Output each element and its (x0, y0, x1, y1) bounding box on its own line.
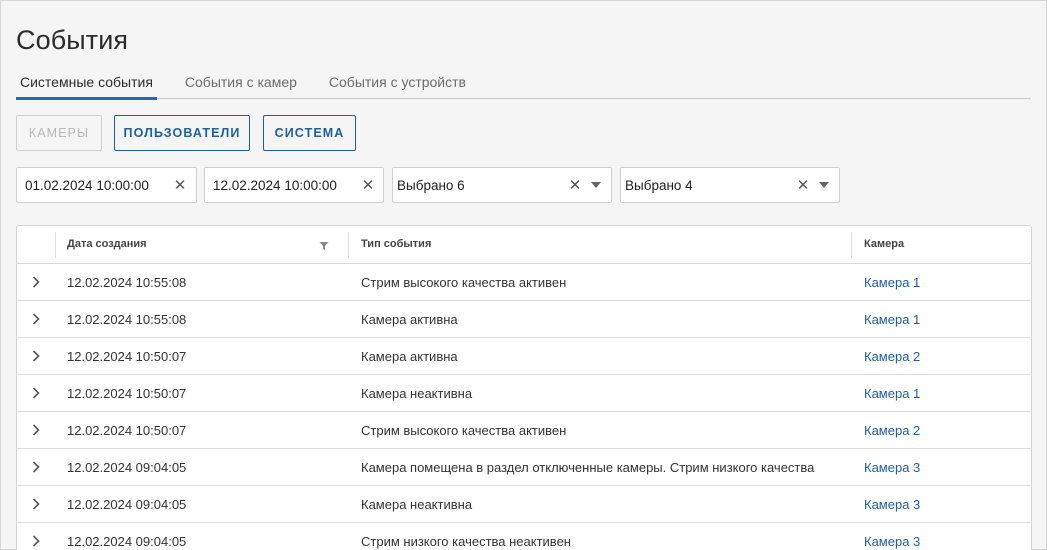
cell-camera-link[interactable]: Камера 1 (864, 264, 920, 300)
cell-date: 12.02.2024 09:04:05 (67, 497, 187, 512)
table-row[interactable]: 12.02.2024 09:04:05 Камера помещена в ра… (17, 449, 1031, 486)
chevron-right-icon[interactable] (29, 386, 43, 400)
column-divider (348, 232, 349, 258)
cameras-filter-button[interactable]: Камеры (16, 115, 102, 151)
chevron-down-icon[interactable] (819, 182, 829, 188)
column-divider (851, 232, 852, 258)
table-row[interactable]: 12.02.2024 10:50:07 Камера неактивна Кам… (17, 375, 1031, 412)
select-filter-1[interactable]: Выбрано 6 ✕ (392, 167, 612, 203)
cell-event-type: Камера помещена в раздел отключенные кам… (361, 460, 815, 475)
date-to-value: 12.02.2024 10:00:00 (213, 177, 337, 193)
table-row[interactable]: 12.02.2024 10:50:07 Камера активна Камер… (17, 338, 1031, 375)
system-filter-button[interactable]: Система (263, 115, 356, 151)
users-filter-button[interactable]: Пользователи (114, 115, 250, 151)
cell-event-type: Стрим высокого качества активен (361, 275, 567, 290)
filter-icon[interactable] (319, 241, 329, 251)
cell-camera-link[interactable]: Камера 3 (864, 523, 920, 550)
table-row[interactable]: 12.02.2024 10:50:07 Стрим высокого качес… (17, 412, 1031, 449)
clear-select-1-icon[interactable]: ✕ (565, 176, 585, 194)
chevron-right-icon[interactable] (29, 497, 43, 511)
cell-date: 12.02.2024 09:04:05 (67, 534, 187, 549)
chevron-right-icon[interactable] (29, 460, 43, 474)
chevron-right-icon[interactable] (29, 349, 43, 363)
tab-device-events[interactable]: События с устройств (325, 65, 470, 98)
column-header-camera[interactable]: Камера (864, 226, 904, 263)
clear-date-to-icon[interactable]: ✕ (358, 176, 378, 194)
column-header-type[interactable]: Тип события (361, 226, 431, 263)
column-header-date[interactable]: Дата создания (67, 226, 147, 263)
table-header: Дата создания Тип события Камера (17, 226, 1031, 264)
tabs-bar: Системные события События с камер Событи… (16, 65, 1031, 100)
chevron-right-icon[interactable] (29, 534, 43, 548)
cell-event-type: Камера активна (361, 312, 458, 327)
cell-date: 12.02.2024 09:04:05 (67, 460, 187, 475)
cell-date: 12.02.2024 10:50:07 (67, 423, 187, 438)
select-filter-2[interactable]: Выбрано 4 ✕ (620, 167, 840, 203)
table-row[interactable]: 12.02.2024 10:55:08 Стрим высокого качес… (17, 264, 1031, 301)
cell-event-type: Камера неактивна (361, 497, 473, 512)
chevron-right-icon[interactable] (29, 275, 43, 289)
clear-date-from-icon[interactable]: ✕ (170, 176, 190, 194)
cell-camera-link[interactable]: Камера 3 (864, 486, 920, 522)
table-row[interactable]: 12.02.2024 10:55:08 Камера активна Камер… (17, 301, 1031, 338)
cell-camera-link[interactable]: Камера 1 (864, 375, 920, 411)
cell-camera-link[interactable]: Камера 3 (864, 449, 920, 485)
cell-camera-link[interactable]: Камера 1 (864, 301, 920, 337)
cell-event-type: Камера неактивна (361, 386, 473, 401)
cell-date: 12.02.2024 10:55:08 (67, 312, 187, 327)
table-body: 12.02.2024 10:55:08 Стрим высокого качес… (17, 264, 1031, 550)
tab-camera-events[interactable]: События с камер (181, 65, 301, 98)
date-from-value: 01.02.2024 10:00:00 (25, 177, 149, 193)
date-to-field[interactable]: 12.02.2024 10:00:00 ✕ (204, 167, 384, 203)
cell-camera-link[interactable]: Камера 2 (864, 412, 920, 448)
cell-camera-link[interactable]: Камера 2 (864, 338, 920, 374)
events-table: Дата создания Тип события Камера 12.02.2… (16, 225, 1032, 550)
tab-system-events[interactable]: Системные события (16, 65, 157, 100)
table-row[interactable]: 12.02.2024 09:04:05 Стрим низкого качест… (17, 523, 1031, 550)
cell-date: 12.02.2024 10:50:07 (67, 386, 187, 401)
date-from-field[interactable]: 01.02.2024 10:00:00 ✕ (16, 167, 197, 203)
select-filter-1-value: Выбрано 6 (397, 177, 465, 193)
page-title: События (16, 25, 129, 55)
cell-date: 12.02.2024 10:55:08 (67, 275, 187, 290)
table-row[interactable]: 12.02.2024 09:04:05 Камера неактивна Кам… (17, 486, 1031, 523)
clear-select-2-icon[interactable]: ✕ (793, 176, 813, 194)
cell-date: 12.02.2024 10:50:07 (67, 349, 187, 364)
chevron-right-icon[interactable] (29, 312, 43, 326)
column-divider (55, 232, 56, 258)
select-filter-2-value: Выбрано 4 (625, 177, 693, 193)
chevron-right-icon[interactable] (29, 423, 43, 437)
cell-event-type: Стрим низкого качества неактивен (361, 534, 571, 549)
cell-event-type: Стрим высокого качества активен (361, 423, 567, 438)
cell-event-type: Камера активна (361, 349, 458, 364)
chevron-down-icon[interactable] (591, 182, 601, 188)
